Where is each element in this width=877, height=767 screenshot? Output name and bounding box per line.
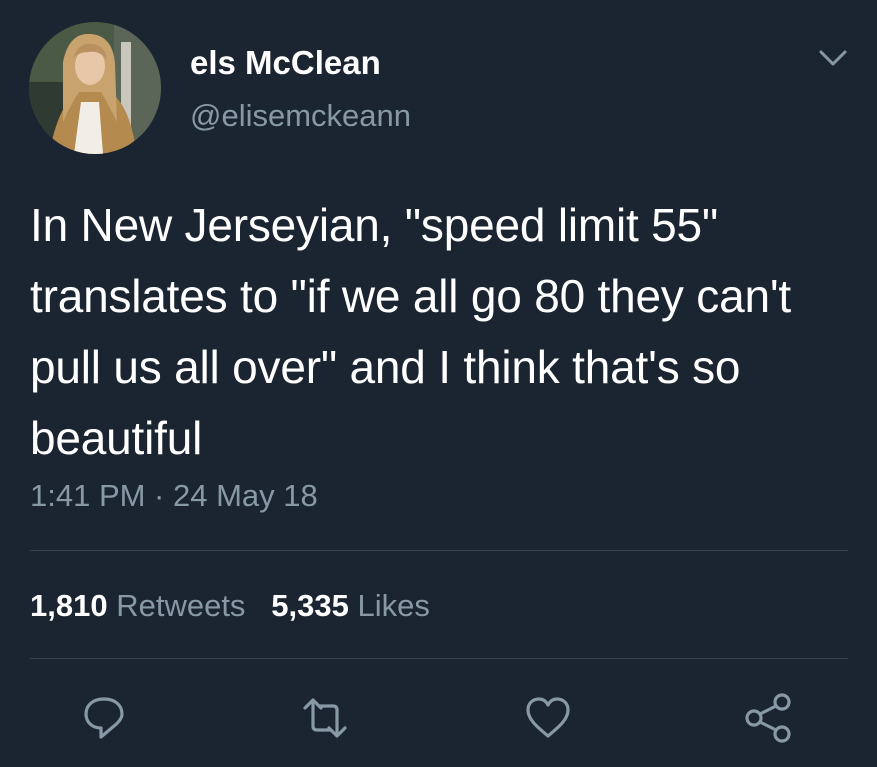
avatar[interactable] (29, 22, 161, 154)
tweet-card: els McClean @elisemckeann In New Jerseyi… (0, 0, 877, 767)
share-button[interactable] (738, 688, 798, 748)
like-button[interactable] (518, 688, 578, 748)
profile-photo-icon (29, 22, 161, 154)
likes-stat[interactable]: 5,335 Likes (271, 588, 430, 623)
retweets-count: 1,810 (30, 588, 108, 623)
divider (30, 658, 848, 659)
reply-icon (84, 697, 124, 739)
heart-icon (526, 697, 570, 738)
divider (30, 550, 848, 551)
reply-button[interactable] (74, 688, 134, 748)
retweets-stat[interactable]: 1,810 Retweets (30, 588, 245, 623)
tweet-timestamp[interactable]: 1:41 PM · 24 May 18 (30, 478, 318, 514)
display-name[interactable]: els McClean (190, 44, 381, 82)
tweet-text: In New Jerseyian, "speed limit 55" trans… (30, 199, 791, 464)
share-icon (745, 693, 791, 743)
likes-count: 5,335 (271, 588, 349, 623)
action-bar (0, 688, 877, 748)
tweet-stats: 1,810 Retweets 5,335 Likes (30, 588, 430, 624)
retweet-icon (303, 698, 347, 738)
user-handle[interactable]: @elisemckeann (190, 98, 411, 134)
retweet-button[interactable] (295, 688, 355, 748)
chevron-down-icon[interactable] (817, 46, 849, 70)
likes-label: Likes (357, 588, 430, 623)
retweets-label: Retweets (116, 588, 246, 623)
